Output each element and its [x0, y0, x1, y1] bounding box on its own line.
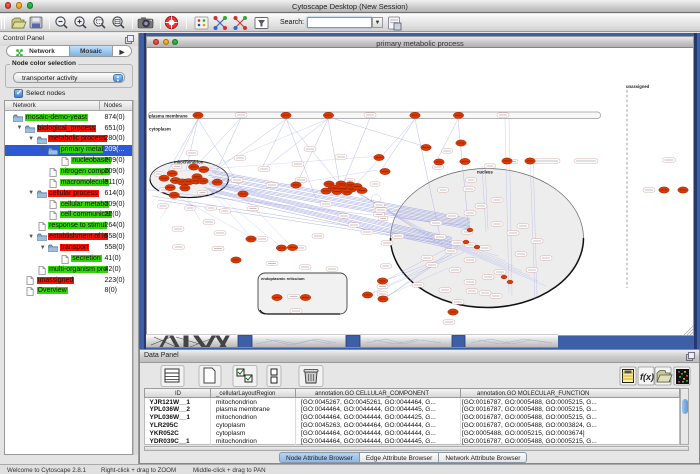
- svg-text:f(x): f(x): [640, 372, 654, 382]
- svg-text:unassigned: unassigned: [626, 84, 650, 89]
- svg-text:endoplasmic reticulum: endoplasmic reticulum: [261, 276, 305, 281]
- svg-text:nucleus: nucleus: [477, 170, 493, 175]
- svg-text:plasma membrane: plasma membrane: [149, 113, 188, 118]
- svg-text:cytoplasm: cytoplasm: [149, 127, 171, 132]
- svg-text:mitochondrion: mitochondrion: [174, 160, 204, 165]
